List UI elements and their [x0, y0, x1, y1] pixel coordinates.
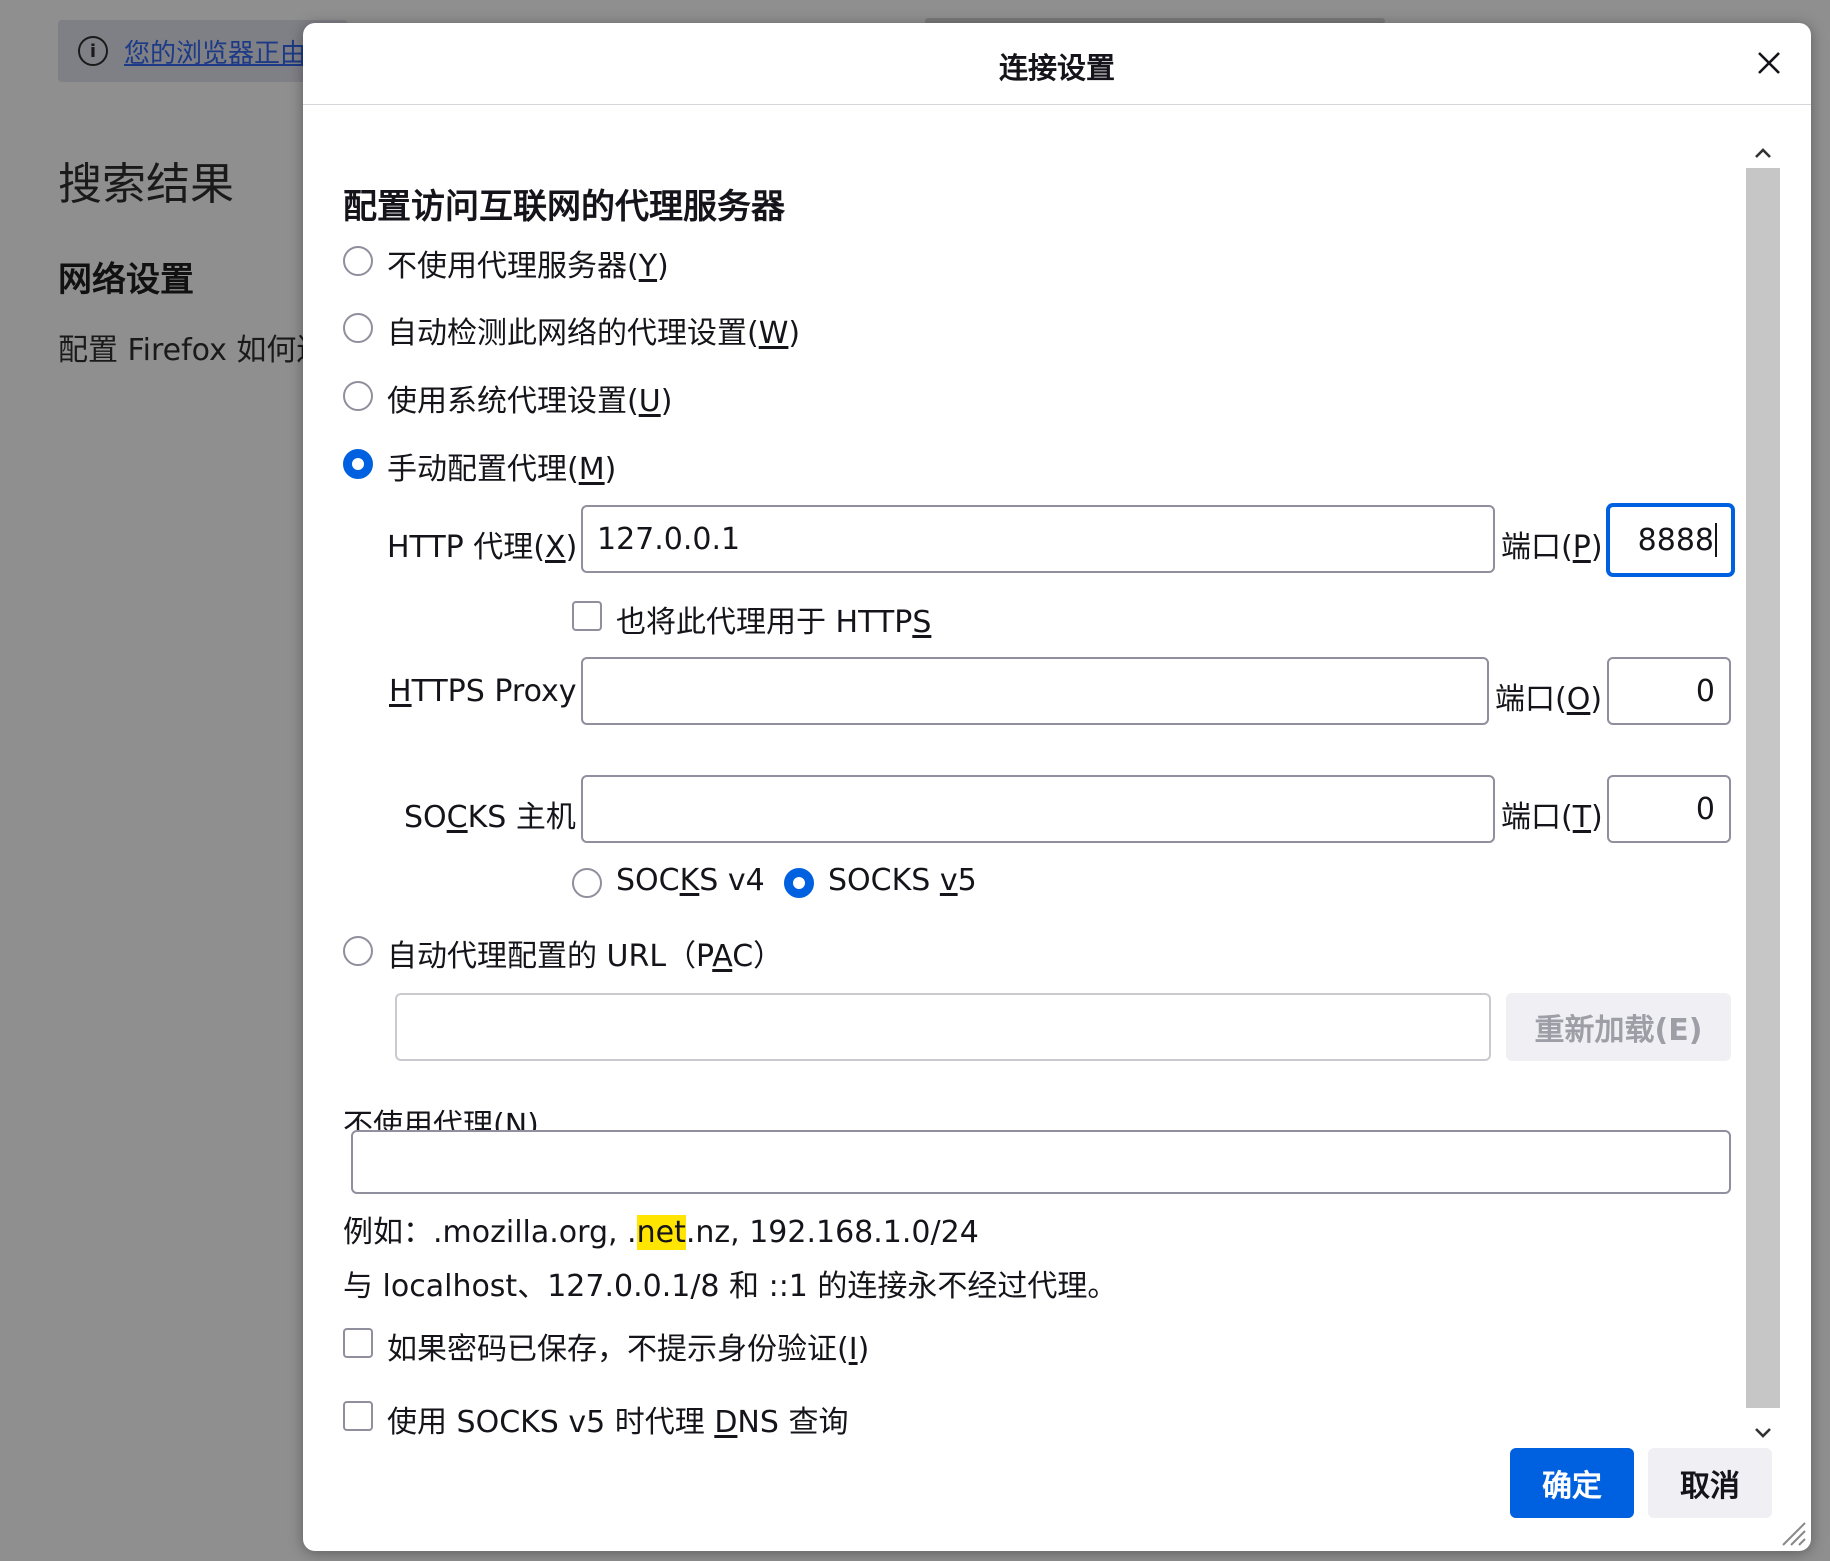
scrollbar-thumb[interactable] — [1746, 168, 1780, 1408]
radio-auto-detect[interactable] — [343, 313, 373, 343]
no-proxy-label: 不使用代理服务器(Y) — [387, 249, 669, 284]
https-port-label: 端口(O) — [1495, 682, 1603, 717]
https-proxy-input[interactable] — [581, 657, 1489, 725]
no-auth-prompt-label: 如果密码已保存，不提示身份验证(I) — [387, 1332, 870, 1367]
close-icon — [1758, 52, 1780, 74]
network-settings-heading: 网络设置 — [58, 260, 194, 300]
http-port-input[interactable]: 8888 — [1607, 504, 1734, 576]
https-proxy-label: HTTPS Proxy — [389, 674, 577, 709]
connection-settings-dialog: 连接设置 配置访问互联网的代理服务器 不使用代理服务器(Y) 自动检测此网络的代… — [303, 23, 1811, 1551]
no-proxy-example: 例如：.mozilla.org, .net.nz, 192.168.1.0/24 — [343, 1215, 979, 1250]
section-title: 配置访问互联网的代理服务器 — [343, 187, 785, 227]
cancel-button[interactable]: 取消 — [1648, 1448, 1772, 1518]
scroll-up-button[interactable] — [1746, 138, 1780, 168]
scroll-down-button[interactable] — [1746, 1418, 1780, 1448]
dialog-header: 连接设置 — [303, 23, 1811, 105]
ok-button[interactable]: 确定 — [1510, 1448, 1634, 1518]
close-button[interactable] — [1749, 43, 1789, 83]
radio-manual-proxy[interactable] — [343, 449, 373, 479]
system-proxy-label: 使用系统代理设置(U) — [387, 384, 673, 419]
socks-dns-checkbox[interactable] — [343, 1401, 373, 1431]
http-proxy-input[interactable]: 127.0.0.1 — [581, 505, 1495, 573]
socks-v4-label: SOCKS v4 — [616, 863, 765, 898]
no-auth-prompt-checkbox[interactable] — [343, 1328, 373, 1358]
reload-pac-button[interactable]: 重新加载(E) — [1506, 993, 1731, 1061]
resize-grip-icon[interactable] — [1777, 1517, 1807, 1547]
also-https-checkbox[interactable] — [572, 601, 602, 631]
socks-dns-label: 使用 SOCKS v5 时代理 DNS 查询 — [387, 1405, 849, 1440]
chevron-up-icon — [1755, 148, 1771, 158]
pac-url-input[interactable] — [395, 993, 1491, 1061]
socks-v5-label: SOCKS v5 — [828, 863, 977, 898]
socks-port-input[interactable]: 0 — [1607, 775, 1731, 843]
radio-pac-url[interactable] — [343, 936, 373, 966]
text-caret — [1715, 523, 1717, 557]
also-https-label: 也将此代理用于 HTTPS — [616, 605, 932, 640]
radio-socks-v5[interactable] — [784, 868, 814, 898]
http-proxy-label: HTTP 代理(X) — [387, 530, 578, 565]
pac-url-label: 自动代理配置的 URL（PAC） — [387, 939, 784, 974]
search-results-heading: 搜索结果 — [58, 159, 234, 210]
radio-system-proxy[interactable] — [343, 381, 373, 411]
socks-host-label: SOCKS 主机 — [404, 800, 576, 835]
http-port-label: 端口(P) — [1501, 530, 1603, 565]
https-port-input[interactable]: 0 — [1607, 657, 1731, 725]
dialog-title: 连接设置 — [998, 51, 1115, 85]
no-proxy-for-input[interactable] — [351, 1130, 1731, 1194]
socks-host-input[interactable] — [581, 775, 1495, 843]
chevron-down-icon — [1755, 1428, 1771, 1438]
socks-port-label: 端口(T) — [1501, 800, 1603, 835]
radio-socks-v4[interactable] — [572, 868, 602, 898]
auto-detect-label: 自动检测此网络的代理设置(W) — [387, 316, 801, 351]
manual-proxy-label: 手动配置代理(M) — [387, 452, 617, 487]
info-icon: i — [78, 36, 108, 66]
radio-no-proxy[interactable] — [343, 246, 373, 276]
no-proxy-note: 与 localhost、127.0.0.1/8 和 ::1 的连接永不经过代理。 — [343, 1269, 1118, 1304]
